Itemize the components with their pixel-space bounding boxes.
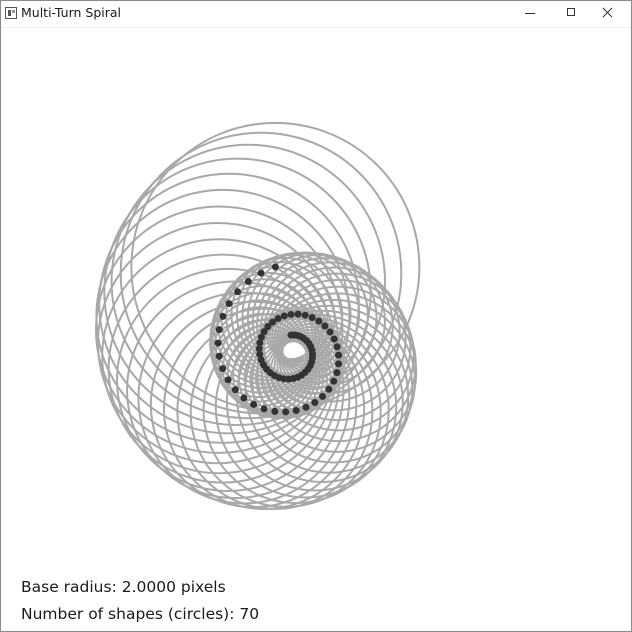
- spiral-center-dot: [287, 310, 295, 318]
- spiral-center-dot: [326, 328, 334, 336]
- spiral-center-dot: [219, 312, 227, 320]
- spiral-center-dot: [214, 339, 222, 347]
- spiral-center-dot: [333, 369, 341, 377]
- spiral-center-dot: [301, 311, 309, 319]
- spiral-center-dot: [330, 335, 338, 343]
- spiral-center-dot: [282, 408, 290, 416]
- spiral-center-dot: [271, 263, 279, 271]
- minimize-button[interactable]: [503, 1, 549, 27]
- spiral-center-dot: [260, 405, 268, 413]
- title-bar[interactable]: Multi-Turn Spiral: [1, 1, 631, 28]
- spiral-center-dot: [335, 351, 343, 359]
- spiral-center-dot: [294, 310, 302, 318]
- spiral-center-dot: [321, 322, 329, 330]
- app-window: Multi-Turn Spiral Base radius: 2.0000 pi…: [0, 0, 632, 632]
- close-button[interactable]: [585, 1, 631, 27]
- spiral-center-dot: [225, 300, 233, 308]
- spiral-center-dot: [335, 360, 343, 368]
- spiral-center-dot: [319, 392, 327, 400]
- spiral-center-dot: [257, 269, 265, 277]
- spiral-center-dot: [280, 312, 288, 320]
- minimize-icon: [525, 13, 535, 14]
- spiral-center-dot: [325, 385, 333, 393]
- spiral-center-dot: [311, 399, 319, 407]
- spiral-drawing: [95, 121, 421, 511]
- spiral-center-dot: [292, 406, 300, 414]
- spiral-center-dot: [224, 376, 232, 384]
- spiral-center-dot: [215, 352, 223, 360]
- spiral-center-dot: [330, 377, 338, 385]
- spiral-center-dot: [302, 403, 310, 411]
- spiral-center-dot: [240, 394, 248, 402]
- spiral-center-dot: [244, 278, 252, 285]
- spiral-center-dot: [231, 386, 239, 394]
- spiral-center-dot: [271, 407, 279, 415]
- spiral-center-dot: [333, 343, 341, 351]
- maximize-icon: [567, 8, 575, 16]
- base-radius-label: Base radius: 2.0000 pixels: [21, 578, 226, 596]
- app-window-icon[interactable]: [5, 7, 17, 19]
- spiral-center-dot: [215, 326, 223, 334]
- window-title: Multi-Turn Spiral: [21, 5, 122, 20]
- shape-count-label: Number of shapes (circles): 70: [21, 605, 260, 623]
- spiral-center-dot: [234, 288, 242, 296]
- spiral-center-dot: [308, 314, 316, 322]
- spiral-center-dot: [219, 365, 227, 373]
- drawing-canvas: Base radius: 2.0000 pixels Number of sha…: [1, 28, 631, 631]
- spiral-center-dot: [274, 315, 282, 323]
- close-icon: [602, 7, 613, 18]
- spiral-circles: [95, 121, 421, 511]
- spiral-center-dot: [250, 400, 258, 408]
- spiral-center-dot: [315, 317, 323, 325]
